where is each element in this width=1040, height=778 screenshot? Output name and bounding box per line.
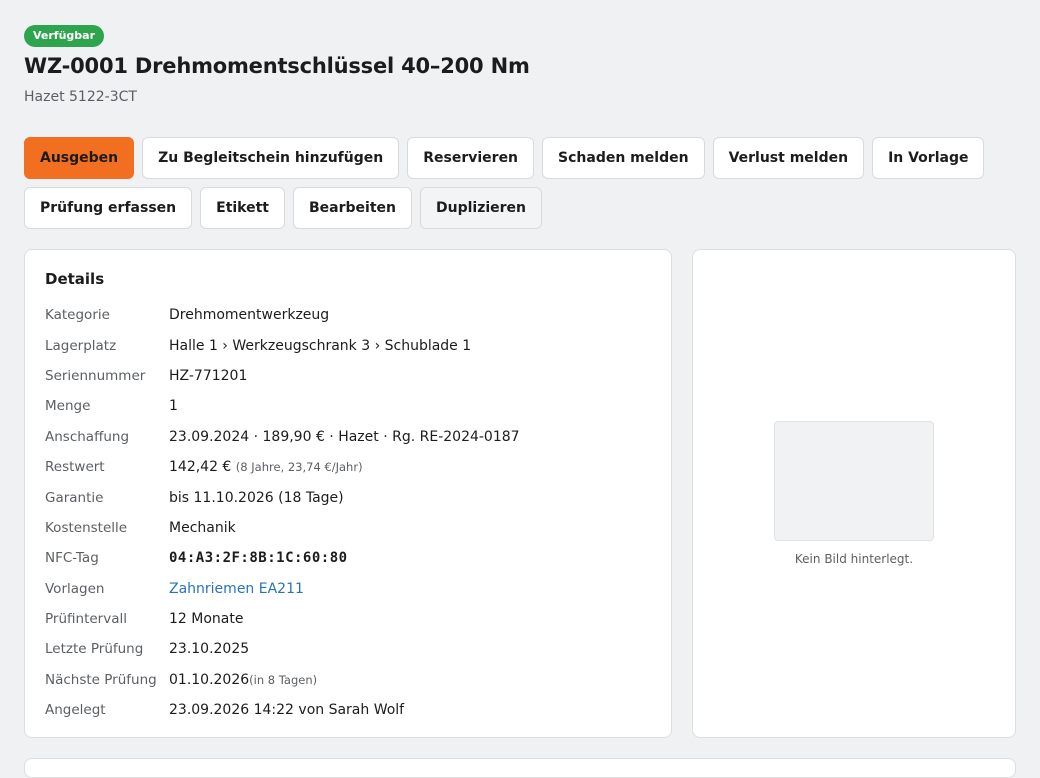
detail-label: Anschaffung: [45, 428, 130, 445]
image-placeholder: [774, 421, 934, 541]
detail-value: 1: [169, 398, 178, 415]
detail-label: Kategorie: [45, 307, 110, 324]
detail-value: HZ-771201: [169, 367, 248, 384]
nfc-tag-value: 04:A3:2F:8B:1C:60:80: [169, 550, 348, 567]
detail-row-serial: Seriennummer HZ-771201: [45, 361, 651, 391]
detail-value: Halle 1 › Werkzeugschrank 3 › Schublade …: [169, 337, 472, 354]
detail-value: 23.09.2026 14:22 von Sarah Wolf: [169, 702, 405, 719]
next-section-card: [24, 758, 1016, 778]
detail-value: Mechanik: [169, 519, 236, 536]
action-row-1: Ausgeben Zu Begleitschein hinzufügen Res…: [24, 137, 985, 179]
details-heading: Details: [45, 270, 105, 288]
detail-label: NFC-Tag: [45, 550, 99, 567]
status-badge: Verfügbar: [24, 25, 105, 47]
detail-label: Lagerplatz: [45, 337, 117, 354]
detail-label: Garantie: [45, 489, 104, 506]
detail-row-costcenter: Kostenstelle Mechanik: [45, 513, 651, 543]
detail-row-warranty: Garantie bis 11.10.2026 (18 Tage): [45, 482, 651, 512]
edit-button[interactable]: Bearbeiten: [293, 187, 412, 229]
header: Verfügbar: [24, 24, 105, 47]
template-button[interactable]: In Vorlage: [872, 137, 985, 179]
detail-label: Letzte Prüfung: [45, 641, 144, 658]
detail-value: 12 Monate: [169, 611, 244, 628]
detail-value: Drehmomentwerkzeug: [169, 307, 330, 324]
detail-row-quantity: Menge 1: [45, 391, 651, 421]
detail-row-nfc: NFC-Tag 04:A3:2F:8B:1C:60:80: [45, 543, 651, 573]
detail-value: 142,42 € (8 Jahre, 23,74 €/Jahr): [169, 459, 363, 475]
detail-row-location: Lagerplatz Halle 1 › Werkzeugschrank 3 ›…: [45, 330, 651, 360]
page-subtitle: Hazet 5122-3CT: [24, 89, 137, 105]
detail-label: Menge: [45, 398, 91, 415]
template-link[interactable]: Zahnriemen EA211: [169, 581, 304, 597]
detail-label: Nächste Prüfung: [45, 671, 157, 688]
detail-row-last-check: Letzte Prüfung 23.10.2025: [45, 634, 651, 664]
detail-label: Restwert: [45, 459, 105, 476]
image-card: Kein Bild hinterlegt.: [692, 249, 1016, 738]
detail-row-residual: Restwert 142,42 € (8 Jahre, 23,74 €/Jahr…: [45, 452, 651, 482]
report-loss-button[interactable]: Verlust melden: [712, 137, 865, 179]
details-card: Details Kategorie Drehmomentwerkzeug Lag…: [24, 249, 672, 738]
duplicate-button[interactable]: Duplizieren: [420, 187, 543, 229]
detail-value: Zahnriemen EA211: [169, 581, 304, 597]
detail-row-created: Angelegt 23.09.2026 14:22 von Sarah Wolf: [45, 695, 651, 725]
detail-row-templates: Vorlagen Zahnriemen EA211: [45, 574, 651, 604]
add-to-slip-button[interactable]: Zu Begleitschein hinzufügen: [142, 137, 400, 179]
detail-label: Angelegt: [45, 702, 106, 719]
action-row-2: Prüfung erfassen Etikett Bearbeiten Dupl…: [24, 187, 984, 229]
label-button[interactable]: Etikett: [200, 187, 285, 229]
detail-value: 01.10.2026(in 8 Tagen): [169, 672, 317, 688]
reserve-button[interactable]: Reservieren: [407, 137, 535, 179]
detail-label: Prüfintervall: [45, 611, 127, 628]
detail-label: Vorlagen: [45, 580, 105, 597]
page-title: WZ-0001 Drehmomentschlüssel 40–200 Nm: [24, 54, 530, 78]
detail-value: 23.09.2024 · 189,90 € · Hazet · Rg. RE-2…: [169, 428, 520, 445]
detail-value: bis 11.10.2026 (18 Tage): [169, 489, 344, 506]
report-damage-button[interactable]: Schaden melden: [542, 137, 705, 179]
action-bar: Ausgeben Zu Begleitschein hinzufügen Res…: [24, 137, 985, 237]
residual-note: (8 Jahre, 23,74 €/Jahr): [235, 460, 363, 475]
next-check-date: 01.10.2026: [169, 671, 250, 688]
next-check-note: (in 8 Tagen): [249, 672, 318, 687]
detail-value: 23.10.2025: [169, 641, 250, 658]
detail-label: Kostenstelle: [45, 519, 128, 536]
issue-button[interactable]: Ausgeben: [24, 137, 135, 179]
no-image-text: Kein Bild hinterlegt.: [794, 552, 914, 566]
detail-row-purchase: Anschaffung 23.09.2024 · 189,90 € · Haze…: [45, 422, 651, 452]
detail-row-next-check: Nächste Prüfung 01.10.2026(in 8 Tagen): [45, 665, 651, 695]
detail-label: Seriennummer: [45, 367, 146, 384]
detail-row-category: Kategorie Drehmomentwerkzeug: [45, 300, 651, 330]
residual-amount: 142,42 €: [169, 459, 232, 476]
detail-row-interval: Prüfintervall 12 Monate: [45, 604, 651, 634]
inspection-button[interactable]: Prüfung erfassen: [24, 187, 193, 229]
